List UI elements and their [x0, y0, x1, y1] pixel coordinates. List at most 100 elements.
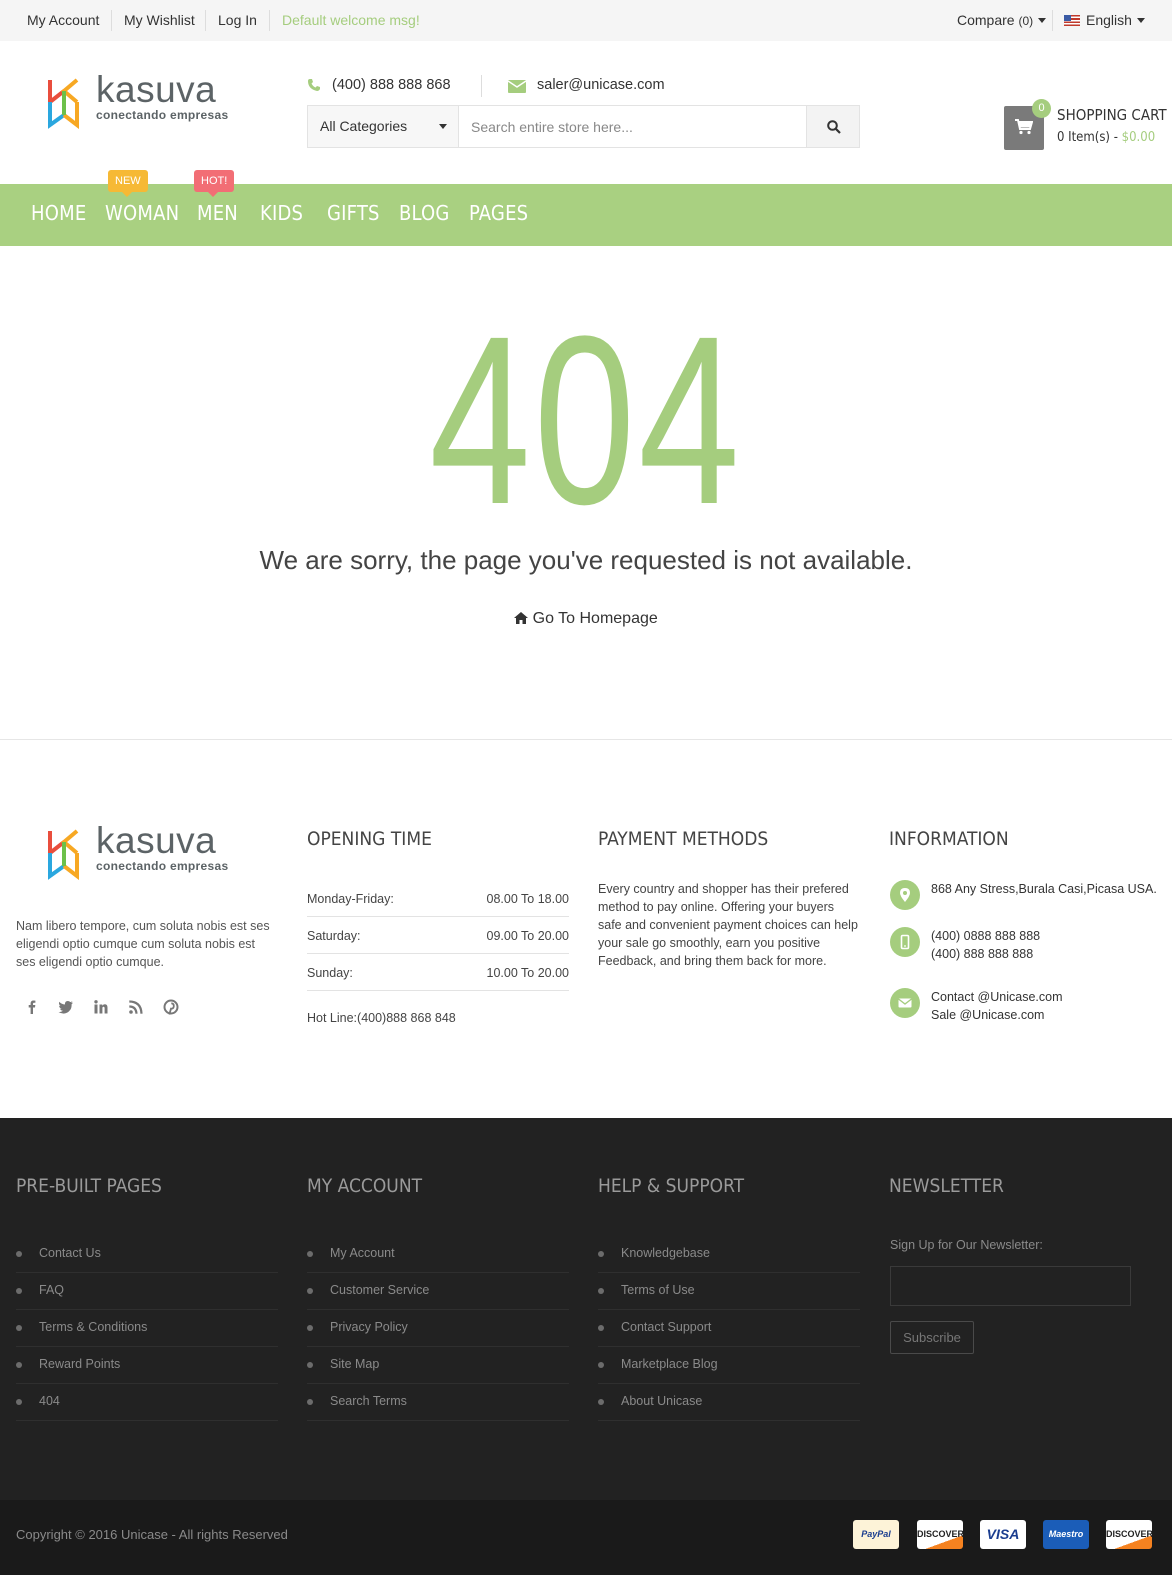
footer-link[interactable]: Contact Us — [39, 1246, 101, 1260]
logo-mark-icon — [48, 829, 79, 880]
footer-link[interactable]: Reward Points — [39, 1357, 120, 1371]
nav-item-pages[interactable]: PAGES — [469, 201, 528, 225]
bullet — [307, 1251, 313, 1257]
prebuilt-pages-title: PRE-BUILT PAGES — [16, 1175, 162, 1197]
language-label: English — [1086, 12, 1132, 28]
newsletter-title: NEWSLETTER — [889, 1175, 1004, 1197]
login-link[interactable]: Log In — [218, 12, 257, 28]
list-item: Contact Us — [16, 1236, 278, 1273]
footer-link[interactable]: Terms & Conditions — [39, 1320, 147, 1334]
search-input[interactable] — [459, 106, 807, 147]
discover-card-icon: DISCOVER — [1106, 1520, 1152, 1549]
info-contact-email: Contact @Unicase.com — [931, 990, 1063, 1004]
hours-row: Monday-Friday: 08.00 To 18.00 — [307, 880, 569, 917]
footer-link[interactable]: Marketplace Blog — [621, 1357, 718, 1371]
bullet — [598, 1251, 604, 1257]
hours-time: 08.00 To 18.00 — [486, 892, 569, 906]
hours-row: Sunday: 10.00 To 20.00 — [307, 954, 569, 991]
logo-tagline: conectando empresas — [96, 859, 229, 873]
list-item: 404 — [16, 1384, 278, 1421]
nav-item-home[interactable]: HOME — [31, 201, 86, 225]
compare-dropdown[interactable]: Compare (0) — [957, 12, 1047, 28]
footer-link[interactable]: Customer Service — [330, 1283, 429, 1297]
chevron-down-icon — [1136, 18, 1145, 23]
site-logo[interactable]: kasuva conectando empresas — [47, 69, 229, 129]
hours-time: 10.00 To 20.00 — [486, 966, 569, 980]
divider — [481, 75, 482, 97]
footer-link[interactable]: Knowledgebase — [621, 1246, 710, 1260]
facebook-icon[interactable] — [22, 997, 42, 1017]
footer-link[interactable]: Search Terms — [330, 1394, 407, 1408]
search-bar: All Categories — [307, 105, 860, 148]
subscribe-button[interactable]: Subscribe — [890, 1321, 974, 1354]
hours-day: Monday-Friday: — [307, 892, 394, 906]
list-item: Terms & Conditions — [16, 1310, 278, 1347]
phone-icon — [308, 79, 320, 91]
bullet — [307, 1325, 313, 1331]
rss-icon[interactable] — [126, 997, 146, 1017]
logo-mark-icon — [48, 78, 79, 129]
info-phone-2: (400) 888 888 888 — [931, 947, 1034, 961]
footer-about-text: Nam libero tempore, cum soluta nobis est… — [16, 919, 270, 969]
nav-item-blog[interactable]: BLOG — [399, 201, 450, 225]
footer-link[interactable]: My Account — [330, 1246, 395, 1260]
header-email-text: saler@unicase.com — [537, 77, 665, 93]
footer-link[interactable]: Contact Support — [621, 1320, 711, 1334]
list-item: Privacy Policy — [307, 1310, 569, 1347]
my-wishlist-link[interactable]: My Wishlist — [124, 12, 195, 28]
nav-item-men[interactable]: MEN — [197, 201, 238, 225]
newsletter-label: Sign Up for Our Newsletter: — [890, 1238, 1043, 1252]
help-support-title: HELP & SUPPORT — [598, 1175, 745, 1197]
nav-item-woman[interactable]: WOMAN — [105, 201, 179, 225]
copyright-text: Copyright © 2016 Unicase - All rights Re… — [16, 1527, 288, 1542]
footer-link[interactable]: About Unicase — [621, 1394, 702, 1408]
cart-title[interactable]: SHOPPING CART — [1057, 106, 1167, 124]
divider — [0, 739, 1172, 740]
list-item: My Account — [307, 1236, 569, 1273]
go-home-link[interactable]: Go To Homepage — [0, 610, 1172, 628]
bullet — [598, 1325, 604, 1331]
language-dropdown[interactable]: English — [1064, 12, 1145, 28]
my-account-link[interactable]: My Account — [27, 12, 99, 28]
footer-link[interactable]: Privacy Policy — [330, 1320, 408, 1334]
footer-link[interactable]: Site Map — [330, 1357, 379, 1371]
pinterest-icon[interactable] — [161, 997, 181, 1017]
bullet — [16, 1362, 22, 1368]
bullet — [16, 1251, 22, 1257]
footer-link[interactable]: FAQ — [39, 1283, 64, 1297]
search-button[interactable] — [806, 106, 859, 147]
paypal-card-icon: PayPal — [853, 1520, 899, 1549]
list-item: About Unicase — [598, 1384, 860, 1421]
nav-item-gifts[interactable]: GIFTS — [327, 201, 380, 225]
nav-item-kids[interactable]: KIDS — [260, 201, 303, 225]
info-address: 868 Any Stress,Burala Casi,Picasa USA. — [931, 882, 1157, 896]
logo-wordmark: kasuva — [96, 69, 217, 110]
go-home-label: Go To Homepage — [532, 610, 658, 627]
footer-logo[interactable]: kasuva conectando empresas — [47, 820, 229, 880]
error-code: 404 — [429, 286, 743, 554]
footer-link[interactable]: 404 — [39, 1394, 60, 1408]
linkedin-icon[interactable] — [91, 997, 111, 1017]
compare-count: (0) — [1018, 14, 1034, 28]
list-item: FAQ — [16, 1273, 278, 1310]
twitter-icon[interactable] — [56, 997, 76, 1017]
shopping-cart-icon — [1015, 119, 1033, 135]
list-item: Marketplace Blog — [598, 1347, 860, 1384]
newsletter-email-input[interactable] — [890, 1266, 1131, 1306]
footer-link[interactable]: Terms of Use — [621, 1283, 695, 1297]
map-pin-icon — [890, 880, 920, 910]
cart-total: $0.00 — [1121, 130, 1156, 145]
category-select[interactable]: All Categories — [308, 106, 459, 147]
list-item: Reward Points — [16, 1347, 278, 1384]
header-phone-text: (400) 888 888 868 — [332, 77, 451, 93]
envelope-icon — [508, 80, 526, 93]
logo-tagline: conectando empresas — [96, 108, 229, 122]
cart-items: 0 Item(s) — [1057, 130, 1110, 145]
my-account-title: MY ACCOUNT — [307, 1175, 423, 1197]
category-select-label: All Categories — [320, 118, 408, 134]
payment-methods-text: Every country and shopper has their pref… — [598, 882, 858, 968]
list-item: Search Terms — [307, 1384, 569, 1421]
search-icon — [827, 120, 841, 134]
list-item: Knowledgebase — [598, 1236, 860, 1273]
top-bar: My Account My Wishlist Log In Default we… — [0, 0, 1172, 41]
